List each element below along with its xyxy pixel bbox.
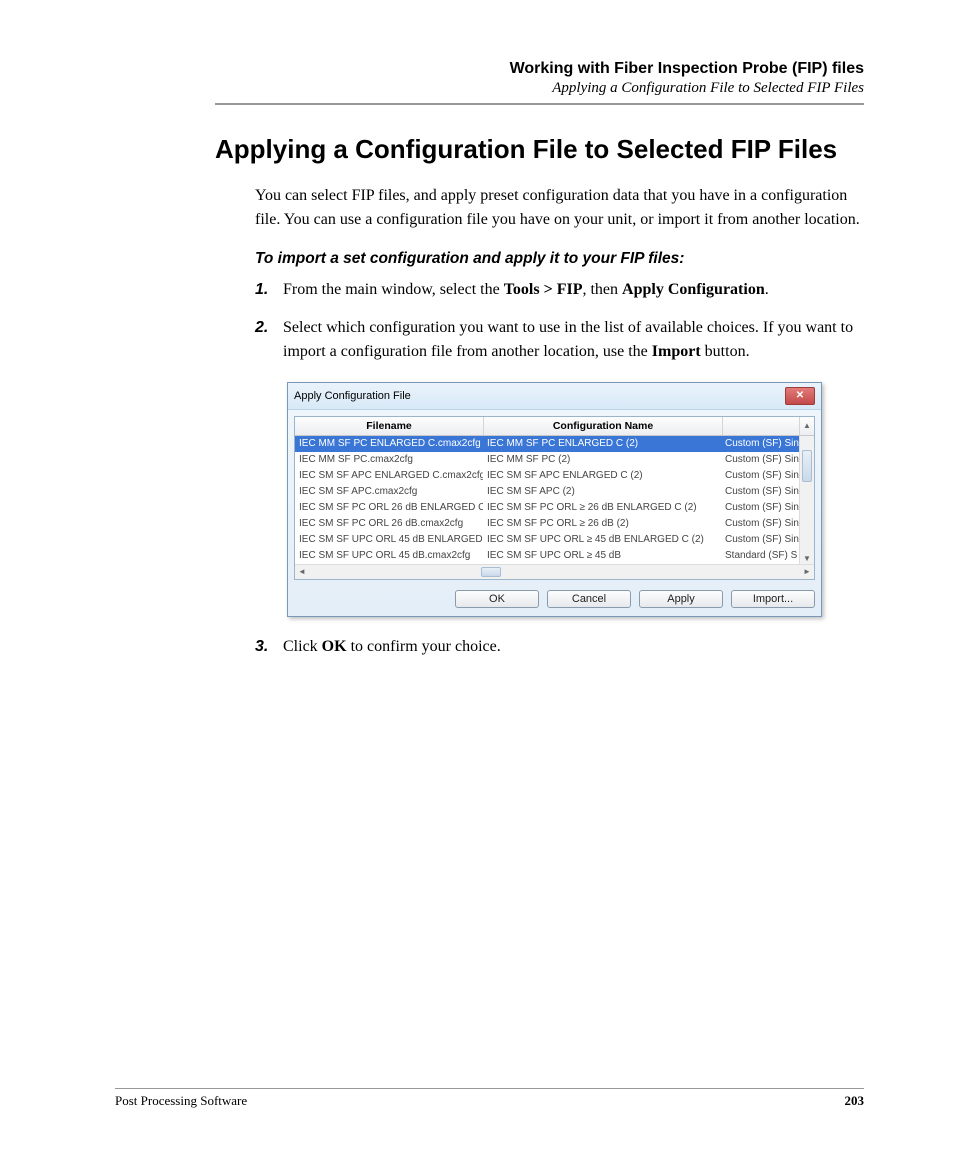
table-row[interactable]: IEC SM SF PC ORL 26 dB.cmax2cfgIEC SM SF… [295, 516, 814, 532]
apply-configuration-dialog: Apply Configuration File ✕ Filename Conf… [287, 382, 822, 617]
dialog-button-row: OK Cancel Apply Import... [294, 590, 815, 608]
section-heading: Applying a Configuration File to Selecte… [215, 133, 864, 166]
button-name: OK [322, 638, 347, 655]
cell-filename: IEC SM SF APC.cmax2cfg [295, 486, 483, 497]
grid-header-row: Filename Configuration Name ▲ [295, 417, 814, 436]
footer-product-name: Post Processing Software [115, 1093, 247, 1109]
page-footer: Post Processing Software 203 [115, 1088, 864, 1109]
grid-rows: IEC MM SF PC ENLARGED C.cmax2cfgIEC MM S… [295, 436, 814, 564]
cell-config-name: IEC SM SF APC (2) [483, 486, 721, 497]
chevron-up-icon: ▲ [803, 421, 811, 430]
section-subtitle: Applying a Configuration File to Selecte… [215, 80, 864, 97]
scroll-left-button[interactable]: ◄ [295, 567, 309, 576]
procedure-title: To import a set configuration and apply … [255, 250, 864, 268]
scrollbar-thumb[interactable] [802, 450, 812, 482]
scrollbar-thumb[interactable] [481, 567, 501, 577]
cell-config-name: IEC MM SF PC (2) [483, 454, 721, 465]
procedure-steps: 1. From the main window, select the Tool… [255, 278, 864, 364]
cell-filename: IEC MM SF PC ENLARGED C.cmax2cfg [295, 438, 483, 449]
page-number: 203 [845, 1093, 865, 1109]
step-3: 3. Click OK to confirm your choice. [255, 635, 864, 659]
page-header: Working with Fiber Inspection Probe (FIP… [115, 60, 864, 97]
button-name: Import [652, 343, 701, 360]
column-header-type[interactable] [723, 417, 799, 435]
cell-filename: IEC SM SF UPC ORL 45 dB.cmax2cfg [295, 550, 483, 561]
scrollbar-track[interactable] [309, 565, 800, 579]
procedure-steps-continued: 3. Click OK to confirm your choice. [255, 635, 864, 659]
table-row[interactable]: IEC SM SF UPC ORL 45 dB.cmax2cfgIEC SM S… [295, 548, 814, 564]
chevron-left-icon: ◄ [298, 567, 306, 576]
step-number: 1. [255, 278, 283, 302]
cell-config-name: IEC SM SF UPC ORL ≥ 45 dB ENLARGED C (2) [483, 534, 721, 545]
step-text: From the main window, select the Tools >… [283, 278, 864, 302]
configuration-grid[interactable]: Filename Configuration Name ▲ IEC MM SF … [294, 416, 815, 580]
cell-filename: IEC MM SF PC.cmax2cfg [295, 454, 483, 465]
command-name: Apply Configuration [622, 281, 765, 298]
apply-button[interactable]: Apply [639, 590, 723, 608]
chapter-title: Working with Fiber Inspection Probe (FIP… [215, 60, 864, 78]
ok-button[interactable]: OK [455, 590, 539, 608]
cell-filename: IEC SM SF PC ORL 26 dB.cmax2cfg [295, 518, 483, 529]
step-number: 3. [255, 635, 283, 659]
step-text: Select which configuration you want to u… [283, 316, 864, 364]
cell-filename: IEC SM SF APC ENLARGED C.cmax2cfg [295, 470, 483, 481]
cell-config-name: IEC SM SF PC ORL ≥ 26 dB ENLARGED C (2) [483, 502, 721, 513]
dialog-screenshot: Apply Configuration File ✕ Filename Conf… [287, 382, 822, 617]
step-1: 1. From the main window, select the Tool… [255, 278, 864, 302]
close-icon: ✕ [796, 391, 804, 401]
cell-config-name: IEC SM SF PC ORL ≥ 26 dB (2) [483, 518, 721, 529]
chevron-right-icon: ► [803, 567, 811, 576]
dialog-body: Filename Configuration Name ▲ IEC MM SF … [288, 410, 821, 616]
cell-config-name: IEC SM SF UPC ORL ≥ 45 dB [483, 550, 721, 561]
import-button[interactable]: Import... [731, 590, 815, 608]
close-button[interactable]: ✕ [785, 387, 815, 405]
dialog-title-bar[interactable]: Apply Configuration File ✕ [288, 383, 821, 410]
table-row[interactable]: IEC MM SF PC ENLARGED C.cmax2cfgIEC MM S… [295, 436, 814, 452]
step-text: Click OK to confirm your choice. [283, 635, 864, 659]
table-row[interactable]: IEC SM SF APC.cmax2cfgIEC SM SF APC (2)C… [295, 484, 814, 500]
table-row[interactable]: IEC SM SF APC ENLARGED C.cmax2cfgIEC SM … [295, 468, 814, 484]
chevron-down-icon: ▼ [803, 554, 811, 563]
table-row[interactable]: IEC MM SF PC.cmax2cfgIEC MM SF PC (2)Cus… [295, 452, 814, 468]
cell-filename: IEC SM SF PC ORL 26 dB ENLARGED C.c [295, 502, 483, 513]
scroll-up-button[interactable]: ▲ [799, 417, 814, 435]
vertical-scrollbar[interactable]: ▼ [799, 436, 814, 564]
step-number: 2. [255, 316, 283, 364]
menu-path: Tools > FIP [504, 281, 583, 298]
horizontal-scrollbar[interactable]: ◄ ► [295, 564, 814, 579]
cell-config-name: IEC MM SF PC ENLARGED C (2) [483, 438, 721, 449]
cancel-button[interactable]: Cancel [547, 590, 631, 608]
step-2: 2. Select which configuration you want t… [255, 316, 864, 364]
cell-filename: IEC SM SF UPC ORL 45 dB ENLARGED C [295, 534, 483, 545]
column-header-filename[interactable]: Filename [295, 417, 484, 435]
scroll-right-button[interactable]: ► [800, 567, 814, 576]
column-header-config-name[interactable]: Configuration Name [484, 417, 723, 435]
header-rule [215, 103, 864, 105]
intro-paragraph: You can select FIP files, and apply pres… [255, 184, 864, 232]
table-row[interactable]: IEC SM SF PC ORL 26 dB ENLARGED C.cIEC S… [295, 500, 814, 516]
cell-config-name: IEC SM SF APC ENLARGED C (2) [483, 470, 721, 481]
dialog-title: Apply Configuration File [294, 390, 411, 402]
table-row[interactable]: IEC SM SF UPC ORL 45 dB ENLARGED CIEC SM… [295, 532, 814, 548]
